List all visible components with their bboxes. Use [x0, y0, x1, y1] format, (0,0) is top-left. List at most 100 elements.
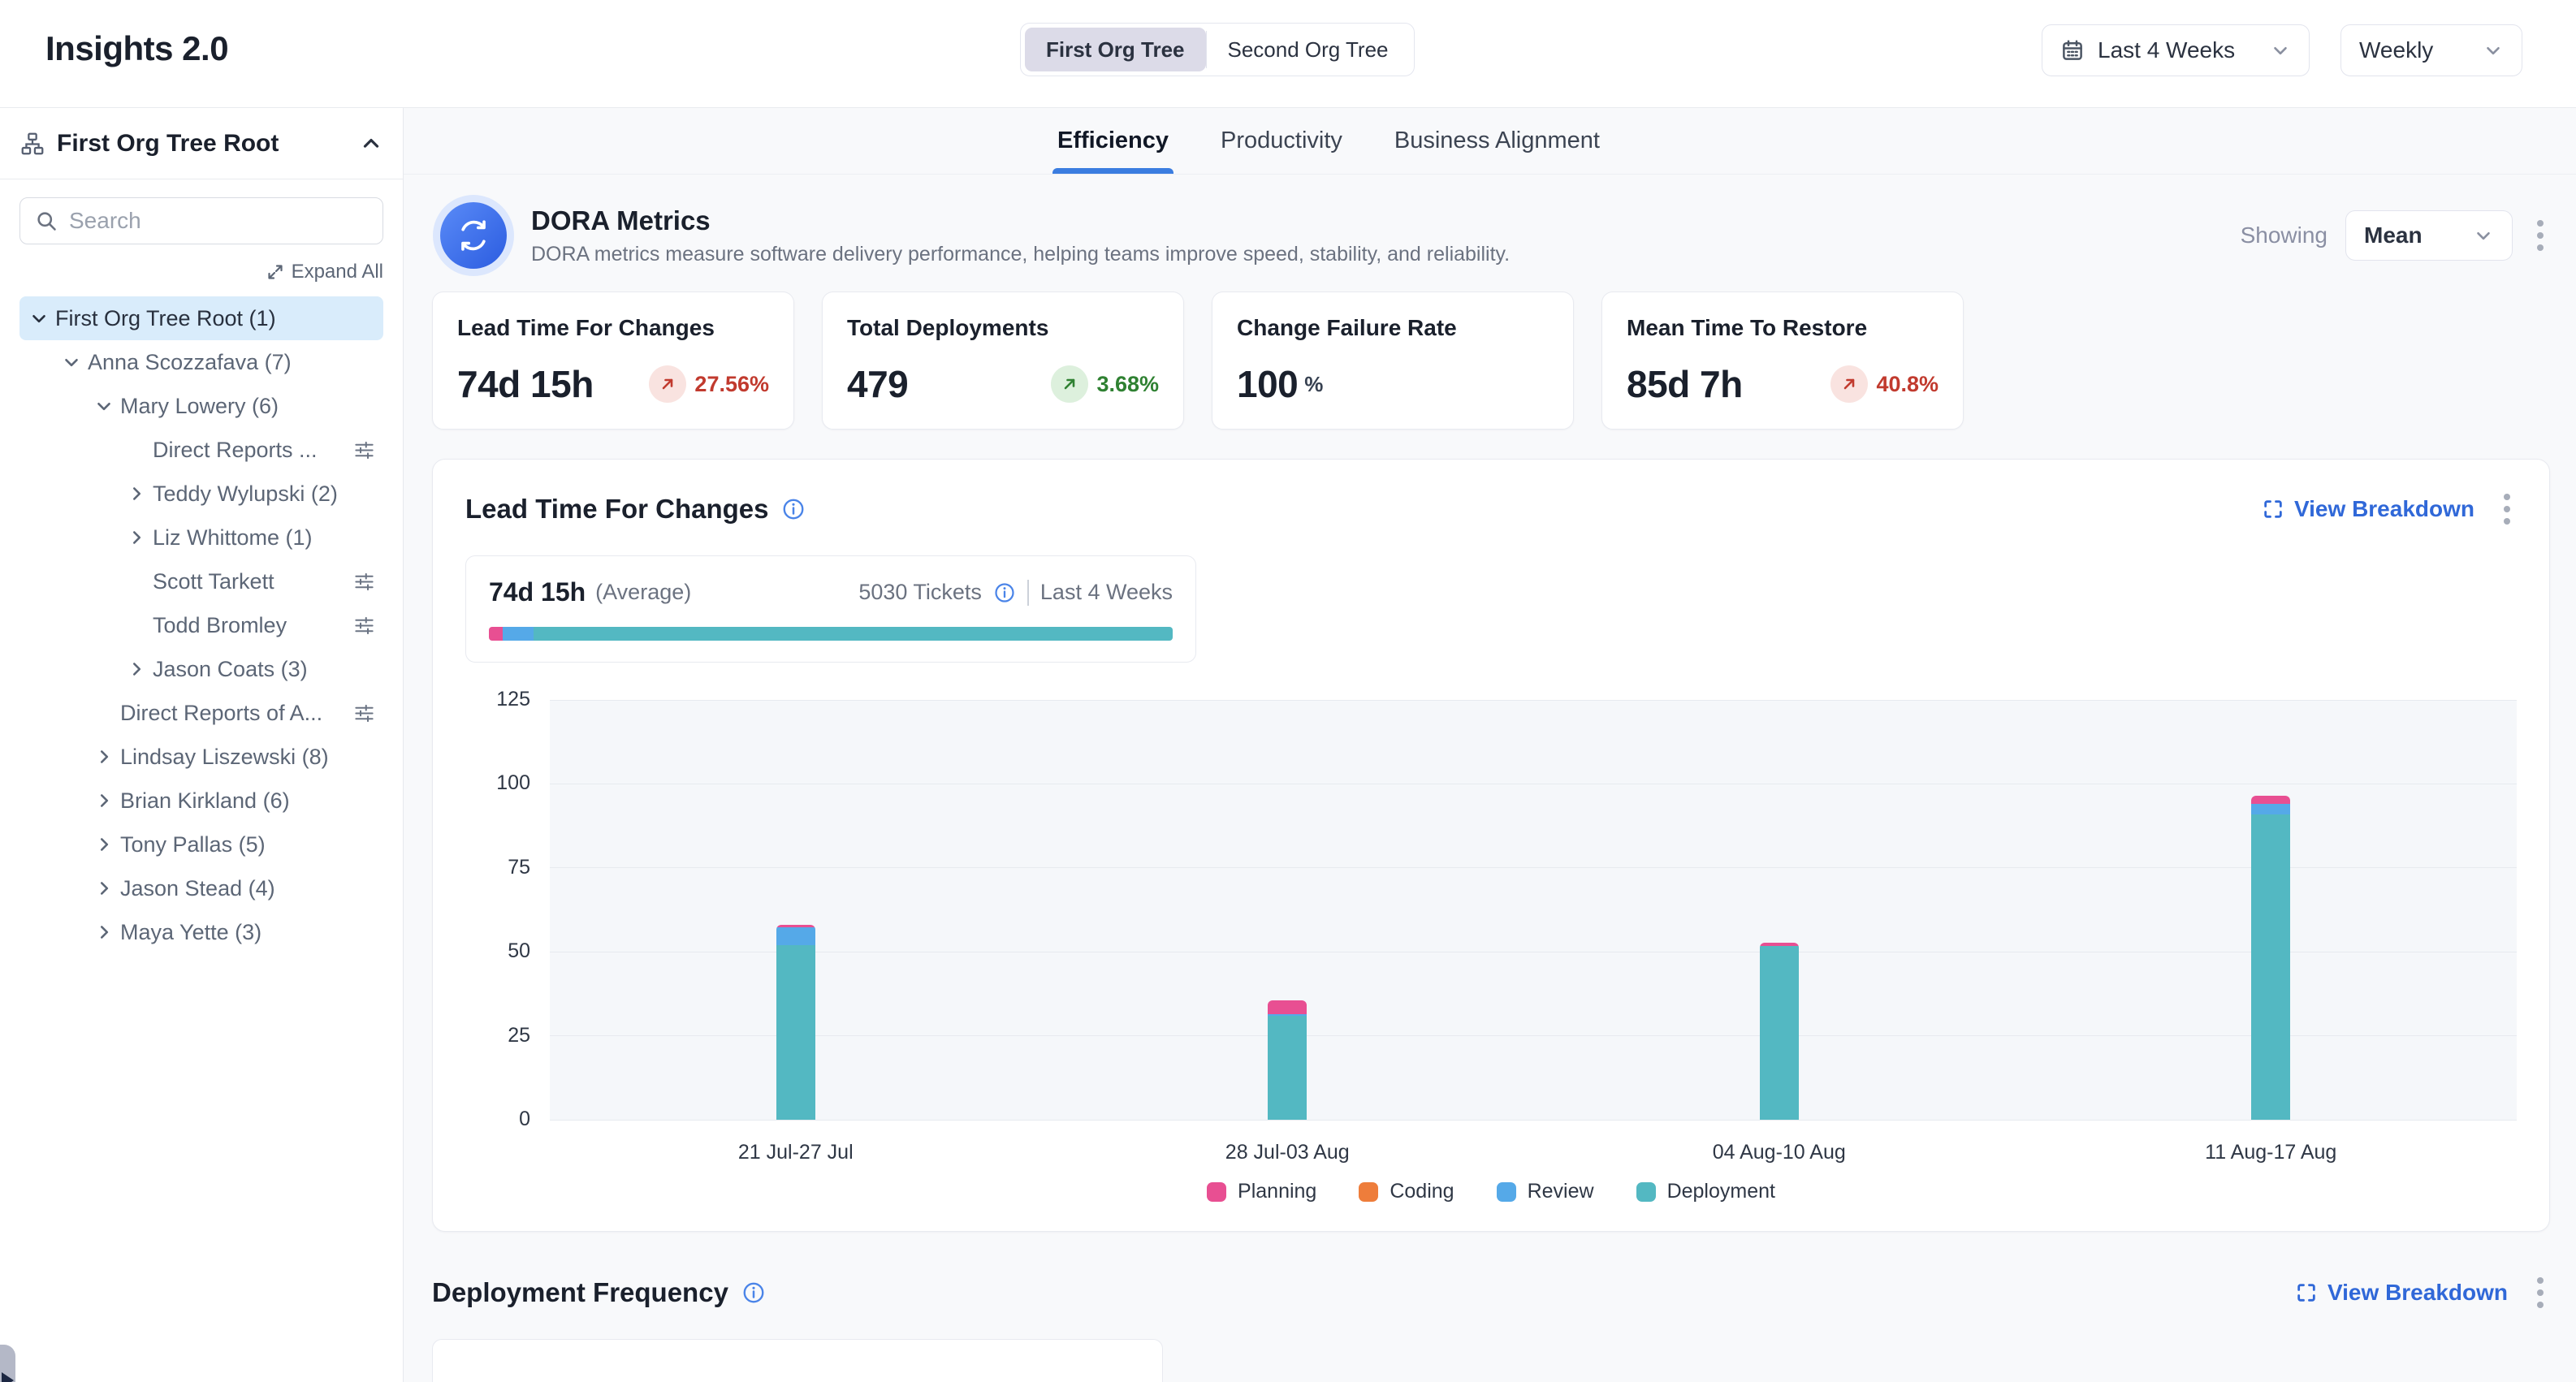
deployment-frequency-head: Deployment Frequency View Breakdown [432, 1271, 2550, 1315]
tree-item-mary-lowery[interactable]: Mary Lowery (6) [19, 384, 383, 428]
lead-time-panel-head: Lead Time For Changes View Breakdown [465, 487, 2517, 531]
dora-header: DORA Metrics DORA metrics measure softwa… [432, 202, 2550, 269]
bar-28-jul-03-aug[interactable] [1268, 1000, 1307, 1120]
bar-04-aug-10-aug[interactable] [1760, 943, 1799, 1120]
tree-item-jason-stead[interactable]: Jason Stead (4) [19, 866, 383, 910]
trend-up-arrow-icon [1051, 365, 1088, 403]
chevron-down-icon[interactable] [23, 308, 55, 329]
chevron-down-icon[interactable] [88, 395, 120, 417]
tree-item-tony-pallas[interactable]: Tony Pallas (5) [19, 823, 383, 866]
tree-item-label: Jason Stead (4) [120, 876, 375, 901]
tree-item-direct-reports-of-a[interactable]: Direct Reports of A... [19, 691, 383, 735]
x-axis-label-11-aug-17-aug: 11 Aug-17 Aug [2108, 1141, 2433, 1164]
chevron-right-icon[interactable] [120, 483, 153, 504]
search-input[interactable] [69, 208, 368, 234]
chevron-right-icon[interactable] [120, 527, 153, 548]
chevron-right-icon[interactable] [88, 922, 120, 943]
bar-11-aug-17-aug[interactable] [2251, 796, 2290, 1120]
chevron-right-icon[interactable] [120, 659, 153, 680]
metric-card-lead-time-for-changes: Lead Time For Changes74d 15h27.56% [432, 292, 794, 430]
view-breakdown-button[interactable]: View Breakdown [2262, 496, 2474, 522]
lead-time-chart: 025507510012521 Jul-27 Jul28 Jul-03 Aug0… [465, 700, 2517, 1203]
filter-icon[interactable] [353, 702, 375, 724]
deployment-frequency-section: Deployment Frequency View Breakdown [432, 1271, 2550, 1382]
search-icon [35, 209, 58, 232]
tree-item-label: Tony Pallas (5) [120, 832, 375, 857]
date-range-select[interactable]: Last 4 Weeks [2042, 24, 2310, 76]
chevron-down-icon[interactable] [55, 352, 88, 373]
legend-label: Planning [1238, 1180, 1316, 1203]
showing-select[interactable]: Mean [2345, 210, 2513, 261]
delta-percent: 3.68% [1096, 372, 1159, 397]
tree-item-teddy-wylupski[interactable]: Teddy Wylupski (2) [19, 472, 383, 516]
expand-all-icon [266, 262, 285, 282]
lead-time-summary-card: 74d 15h (Average) 5030 Tickets Last 4 We… [465, 555, 1196, 663]
tree-item-maya-yette[interactable]: Maya Yette (3) [19, 910, 383, 954]
delta-badge: 3.68% [1051, 365, 1159, 403]
filter-icon[interactable] [353, 615, 375, 637]
tree-item-anna-scozzafava[interactable]: Anna Scozzafava (7) [19, 340, 383, 384]
toggle-second-org-tree[interactable]: Second Org Tree [1207, 28, 1410, 71]
legend-label: Deployment [1667, 1180, 1775, 1203]
sidebar-expand-handle[interactable] [0, 1345, 15, 1382]
org-tree-toggle: First Org Tree Second Org Tree [1020, 23, 1415, 76]
info-icon[interactable] [993, 581, 1016, 604]
sidebar: First Org Tree Root Expand All First Org… [0, 108, 404, 1382]
metric-card-value: 479 [847, 362, 908, 406]
chevron-right-icon[interactable] [88, 746, 120, 767]
kebab-menu-icon[interactable] [2531, 214, 2550, 257]
tree-item-direct-reports[interactable]: Direct Reports ... [19, 428, 383, 472]
meta-divider [1027, 580, 1029, 606]
summary-meta: 5030 Tickets Last 4 Weeks [858, 580, 1173, 606]
bar-segment-deployment [2251, 814, 2290, 1120]
y-axis-tick-125: 125 [465, 688, 530, 711]
info-icon[interactable] [741, 1281, 766, 1305]
deployment-frequency-title-wrap: Deployment Frequency [432, 1277, 766, 1308]
expand-all-button[interactable]: Expand All [19, 261, 383, 283]
deployment-frequency-title: Deployment Frequency [432, 1277, 728, 1308]
delta-badge: 40.8% [1830, 365, 1938, 403]
bar-21-jul-27-jul[interactable] [776, 925, 815, 1120]
filter-icon[interactable] [353, 439, 375, 461]
chart-legend: PlanningCodingReviewDeployment [465, 1180, 2517, 1203]
period-label: Last 4 Weeks [1040, 580, 1173, 605]
chevron-right-icon[interactable] [88, 790, 120, 811]
kebab-menu-icon[interactable] [2531, 1271, 2550, 1315]
lead-time-title-wrap: Lead Time For Changes [465, 494, 806, 525]
chevron-right-icon[interactable] [88, 878, 120, 899]
y-axis-tick-0: 0 [465, 1108, 530, 1131]
tree-item-brian-kirkland[interactable]: Brian Kirkland (6) [19, 779, 383, 823]
tab-efficiency[interactable]: Efficiency [1057, 108, 1169, 174]
tree-item-scott-tarkett[interactable]: Scott Tarkett [19, 559, 383, 603]
org-tree-icon [19, 131, 45, 157]
tree-item-liz-whittome[interactable]: Liz Whittome (1) [19, 516, 383, 559]
legend-swatch-deployment [1636, 1182, 1656, 1202]
granularity-select[interactable]: Weekly [2340, 24, 2522, 76]
metric-card-value: 100 [1237, 362, 1298, 406]
tree-item-todd-bromley[interactable]: Todd Bromley [19, 603, 383, 647]
filter-icon[interactable] [353, 571, 375, 593]
tree-item-jason-coats[interactable]: Jason Coats (3) [19, 647, 383, 691]
view-breakdown-label: View Breakdown [2327, 1280, 2508, 1306]
phase-distribution-bar [489, 627, 1173, 641]
tree-item-first-org-tree-root[interactable]: First Org Tree Root (1) [19, 296, 383, 340]
bar-segment-planning [1268, 1000, 1307, 1014]
sidebar-collapse-chevron[interactable] [359, 132, 383, 156]
tab-business-alignment[interactable]: Business Alignment [1394, 108, 1600, 174]
info-icon[interactable] [781, 497, 806, 521]
y-axis-tick-100: 100 [465, 771, 530, 795]
tab-productivity[interactable]: Productivity [1221, 108, 1342, 174]
expand-corners-icon [2295, 1281, 2318, 1304]
y-axis-tick-50: 50 [465, 939, 530, 963]
bar-segment-deployment [1760, 946, 1799, 1120]
kebab-menu-icon[interactable] [2497, 487, 2517, 531]
metric-cards-row: Lead Time For Changes74d 15h27.56%Total … [432, 292, 2550, 430]
view-breakdown-button[interactable]: View Breakdown [2295, 1280, 2508, 1306]
tree-item-lindsay-liszewski[interactable]: Lindsay Liszewski (8) [19, 735, 383, 779]
chevron-right-icon[interactable] [88, 834, 120, 855]
phase-segment-deployment [534, 627, 1173, 641]
main-scroll: DORA Metrics DORA metrics measure softwa… [404, 202, 2576, 1382]
toggle-first-org-tree[interactable]: First Org Tree [1025, 28, 1206, 71]
search-box [19, 197, 383, 244]
x-axis-label-28-jul-03-aug: 28 Jul-03 Aug [1125, 1141, 1450, 1164]
